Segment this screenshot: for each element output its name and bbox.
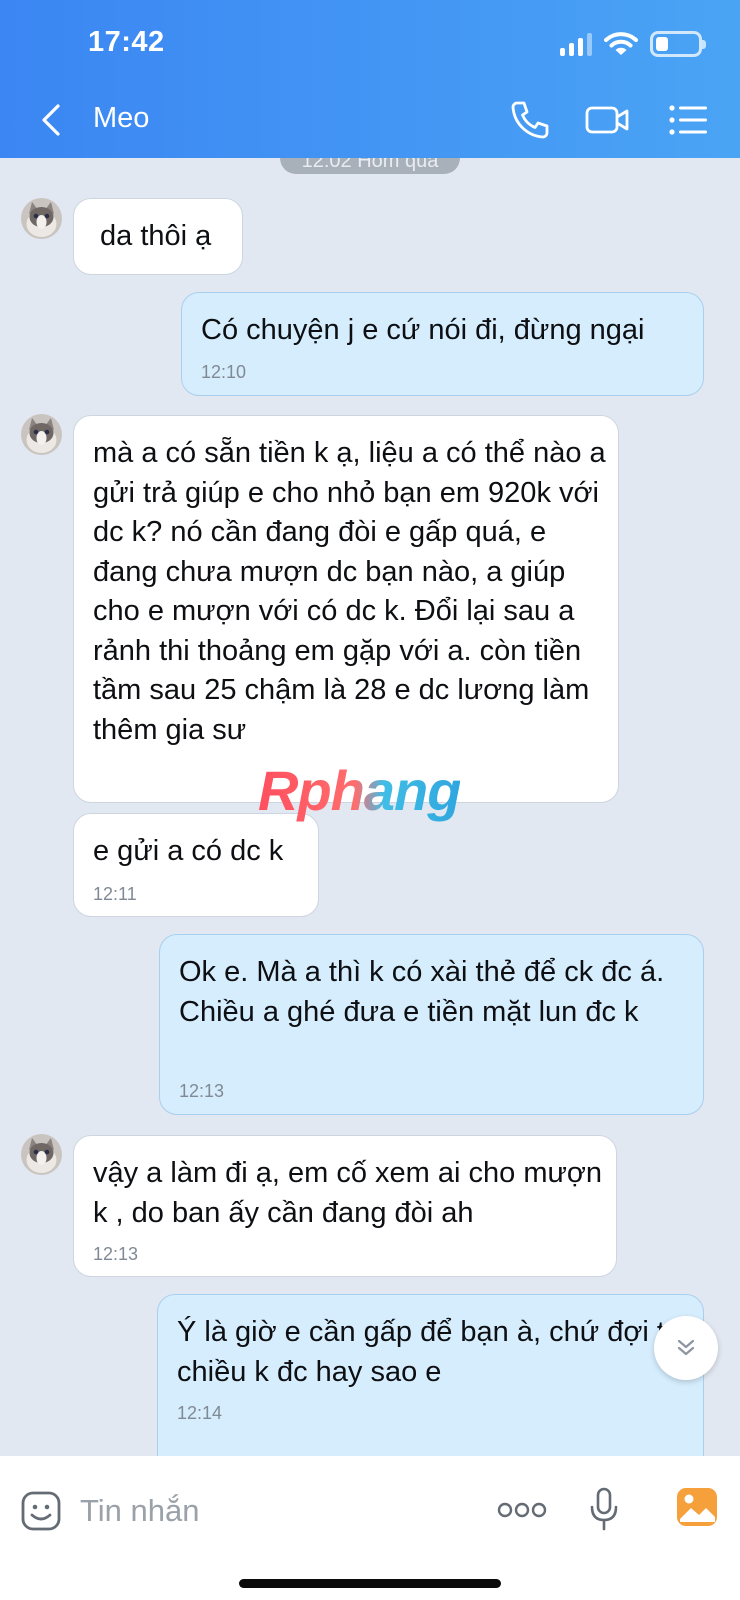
status-time: 17:42 bbox=[88, 26, 165, 58]
voice-message-button[interactable] bbox=[589, 1486, 619, 1532]
cat-avatar-icon bbox=[21, 414, 62, 455]
message-time: 12:13 bbox=[179, 1081, 225, 1101]
message-bubble-incoming[interactable]: vậy a làm đi ạ, em cố xem ai cho mượn k … bbox=[73, 1135, 617, 1277]
wifi-icon bbox=[604, 32, 638, 55]
more-options-button[interactable] bbox=[497, 1500, 547, 1520]
avatar[interactable] bbox=[21, 414, 62, 455]
cat-avatar-icon bbox=[21, 198, 62, 239]
home-indicator bbox=[239, 1579, 501, 1588]
message-text: Ok e. Mà a thì k có xài thẻ để ck đc á. … bbox=[179, 956, 665, 1028]
message-bubble-outgoing[interactable]: Có chuyện j e cứ nói đi, đừng ngại 12:10 bbox=[181, 292, 704, 396]
message-text: Có chuyện j e cứ nói đi, đừng ngại bbox=[201, 314, 645, 346]
message-bubble-incoming[interactable]: mà a có sẵn tiền k ạ, liệu a có thể nào … bbox=[73, 415, 619, 803]
more-dots-icon bbox=[497, 1502, 547, 1518]
message-text: da thôi ạ bbox=[100, 220, 212, 252]
message-input[interactable] bbox=[80, 1490, 460, 1532]
message-time: 12:14 bbox=[177, 1403, 223, 1423]
microphone-icon bbox=[590, 1487, 618, 1531]
message-time: 12:10 bbox=[201, 362, 247, 382]
message-time: 12:11 bbox=[93, 884, 137, 904]
chat-header: 17:42 Meo bbox=[0, 0, 740, 158]
call-button[interactable] bbox=[508, 98, 552, 142]
back-button[interactable] bbox=[36, 100, 66, 140]
message-list[interactable]: 12:02 Hôm qua da thôi ạ Có chuyện j e cứ… bbox=[0, 158, 740, 1456]
video-camera-icon bbox=[585, 106, 629, 134]
message-composer bbox=[0, 1456, 740, 1600]
phone-icon bbox=[511, 101, 549, 139]
double-chevron-down-icon bbox=[677, 1339, 695, 1356]
contact-name[interactable]: Meo bbox=[93, 102, 149, 135]
sticker-button[interactable] bbox=[20, 1490, 62, 1532]
smiley-icon bbox=[21, 1491, 61, 1531]
photo-gallery-icon bbox=[677, 1488, 717, 1526]
message-text: Ý là giờ e cần gấp để bạn à, chứ đợi tới… bbox=[177, 1316, 691, 1388]
message-bubble-outgoing[interactable]: Ok e. Mà a thì k có xài thẻ để ck đc á. … bbox=[159, 934, 704, 1115]
message-time: 12:13 bbox=[93, 1244, 139, 1264]
message-text: vậy a làm đi ạ, em cố xem ai cho mượn k … bbox=[93, 1157, 603, 1229]
battery-icon bbox=[650, 31, 706, 57]
date-separator: 12:02 Hôm qua bbox=[280, 158, 460, 174]
menu-button[interactable] bbox=[666, 98, 710, 142]
message-bubble-incoming[interactable]: e gửi a có dc k 12:11 bbox=[73, 813, 319, 917]
watermark-logo: Rphang bbox=[258, 759, 461, 822]
video-call-button[interactable] bbox=[583, 98, 633, 142]
message-text: mà a có sẵn tiền k ạ, liệu a có thể nào … bbox=[93, 437, 606, 746]
message-bubble-incoming[interactable]: da thôi ạ bbox=[73, 198, 243, 275]
message-text: e gửi a có dc k bbox=[93, 835, 284, 867]
avatar[interactable] bbox=[21, 198, 62, 239]
scroll-to-bottom-button[interactable] bbox=[654, 1316, 718, 1380]
battery-level bbox=[656, 37, 668, 51]
cat-avatar-icon bbox=[21, 1134, 62, 1175]
status-icons bbox=[560, 28, 706, 60]
avatar[interactable] bbox=[21, 1134, 62, 1175]
list-menu-icon bbox=[669, 105, 707, 135]
chevron-left-icon bbox=[42, 104, 60, 136]
photo-gallery-button[interactable] bbox=[675, 1486, 719, 1528]
message-bubble-outgoing[interactable]: Ý là giờ e cần gấp để bạn à, chứ đợi tới… bbox=[157, 1294, 704, 1456]
cellular-signal-icon bbox=[560, 32, 592, 56]
